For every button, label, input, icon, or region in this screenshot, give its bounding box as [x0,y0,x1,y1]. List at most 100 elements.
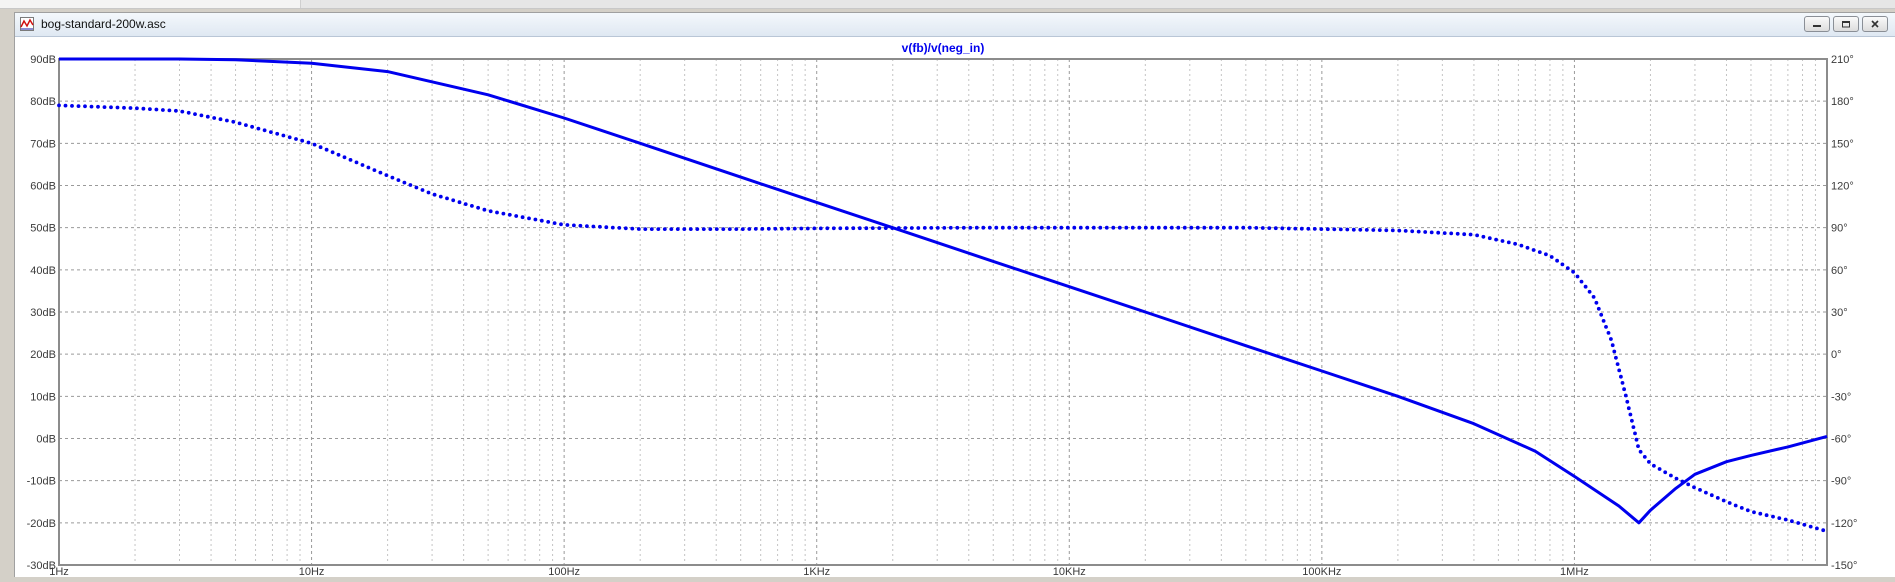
phase-dot [1599,312,1604,317]
phase-dot [1241,225,1246,230]
left-tick-label: 10dB [30,391,56,403]
x-axis-ticks: 1Hz 10Hz 100Hz 1KHz 10KHz 100KHz 1MHz [49,566,1589,578]
phase-dot [682,227,687,232]
series-layer [57,57,1828,533]
minimize-icon [1813,25,1821,27]
phase-dot [70,104,74,108]
phase-dot [445,196,449,201]
phase-dot [1686,482,1691,487]
phase-dot [610,225,615,230]
phase-dot [1631,425,1636,429]
phase-dot [1494,237,1498,242]
phase-dot [1306,226,1311,231]
phase-dot [141,106,146,111]
phase-dot [1560,262,1565,267]
phase-dot [426,190,431,195]
phase-dot [1601,319,1606,323]
phase-dot [1052,225,1057,230]
right-tick-label: -90° [1831,476,1851,488]
phase-dot [1519,243,1524,248]
phase-dot [591,224,596,229]
phase-dot [1475,233,1479,238]
phase-dot [420,188,425,192]
phase-dot [1634,437,1639,442]
left-tick-label: 30dB [30,307,56,319]
major-gridlines [59,59,1827,565]
phase-dot [109,105,113,110]
phase-dot [1614,355,1618,360]
minimize-button[interactable] [1804,16,1830,32]
phase-dot [1663,470,1668,475]
phase-dot [199,113,204,118]
phase-dot [585,224,589,229]
phase-dot [688,227,693,232]
phase-dot [1587,289,1592,294]
phase-dot [630,226,635,231]
phase-dot [818,226,823,231]
phase-dot [1137,225,1142,230]
phase-dot [1169,225,1174,230]
phase-dot [1371,228,1376,232]
phase-dot [507,212,512,217]
phase-dot [470,204,474,208]
phase-dot [1628,412,1633,417]
plot-area[interactable]: 90dB 80dB 70dB 60dB 50dB 40dB 30dB 20dB 10dB 0dB -… [15,37,1895,578]
phase-dot [1796,521,1801,525]
phase-dot [384,173,389,178]
phase-dot [1195,225,1200,230]
phase-dot [1633,431,1637,436]
bode-plot[interactable]: 90dB 80dB 70dB 60dB 50dB 40dB 30dB 20dB 10dB 0dB -… [15,37,1895,578]
phase-dot [1704,490,1708,495]
phase-dot [1657,467,1662,471]
background-tab[interactable] [0,0,301,8]
x-tick-label: 1MHz [1560,566,1589,577]
right-tick-label: 120° [1831,181,1854,193]
phase-dot [734,227,739,232]
phase-dot [948,225,953,230]
close-button[interactable] [1862,16,1888,32]
phase-dot [336,152,341,157]
phase-dot [903,226,908,230]
phase-dot [1189,225,1194,230]
phase-dot [649,227,654,232]
phase-dot [476,205,480,210]
right-tick-label: 150° [1831,138,1854,150]
phase-dot [122,105,126,110]
phase-dot [1594,300,1599,305]
phase-dot [1000,225,1005,230]
phase-dot [193,112,197,116]
phase-dot [1617,368,1622,373]
left-tick-label: 40dB [30,265,56,277]
phase-dot [1065,225,1070,230]
phase-dot [701,227,706,232]
phase-dot [501,211,506,216]
phase-dot [269,130,273,134]
window-title: bog-standard-200w.asc [41,17,166,31]
phase-dot [1215,225,1220,230]
phase-dot [174,108,178,113]
phase-dot [1506,240,1511,245]
phase-dot [1020,225,1025,230]
right-tick-label: 30° [1831,307,1848,319]
phase-dot [708,227,713,232]
phase-dot [76,104,81,108]
phase-dot [844,226,849,231]
left-tick-label: 80dB [30,96,56,108]
phase-dot [1623,393,1628,398]
phase-dot [662,227,667,232]
phase-dot [604,225,609,230]
phase-dot [1821,528,1826,533]
phase-dot [890,226,895,231]
phase-dot [372,168,377,173]
x-tick-label: 1Hz [49,566,69,577]
restore-button[interactable] [1833,16,1859,32]
phase-dot [987,225,992,230]
phase-dot [805,226,810,231]
chart-title[interactable]: v(fb)/v(neg_in) [902,41,985,55]
phase-dot [1615,362,1620,366]
window-titlebar[interactable]: bog-standard-200w.asc [15,13,1895,37]
phase-dot [1808,524,1813,529]
phase-dot [1091,225,1096,230]
phase-dot [262,128,267,133]
phase-dot [942,226,947,230]
